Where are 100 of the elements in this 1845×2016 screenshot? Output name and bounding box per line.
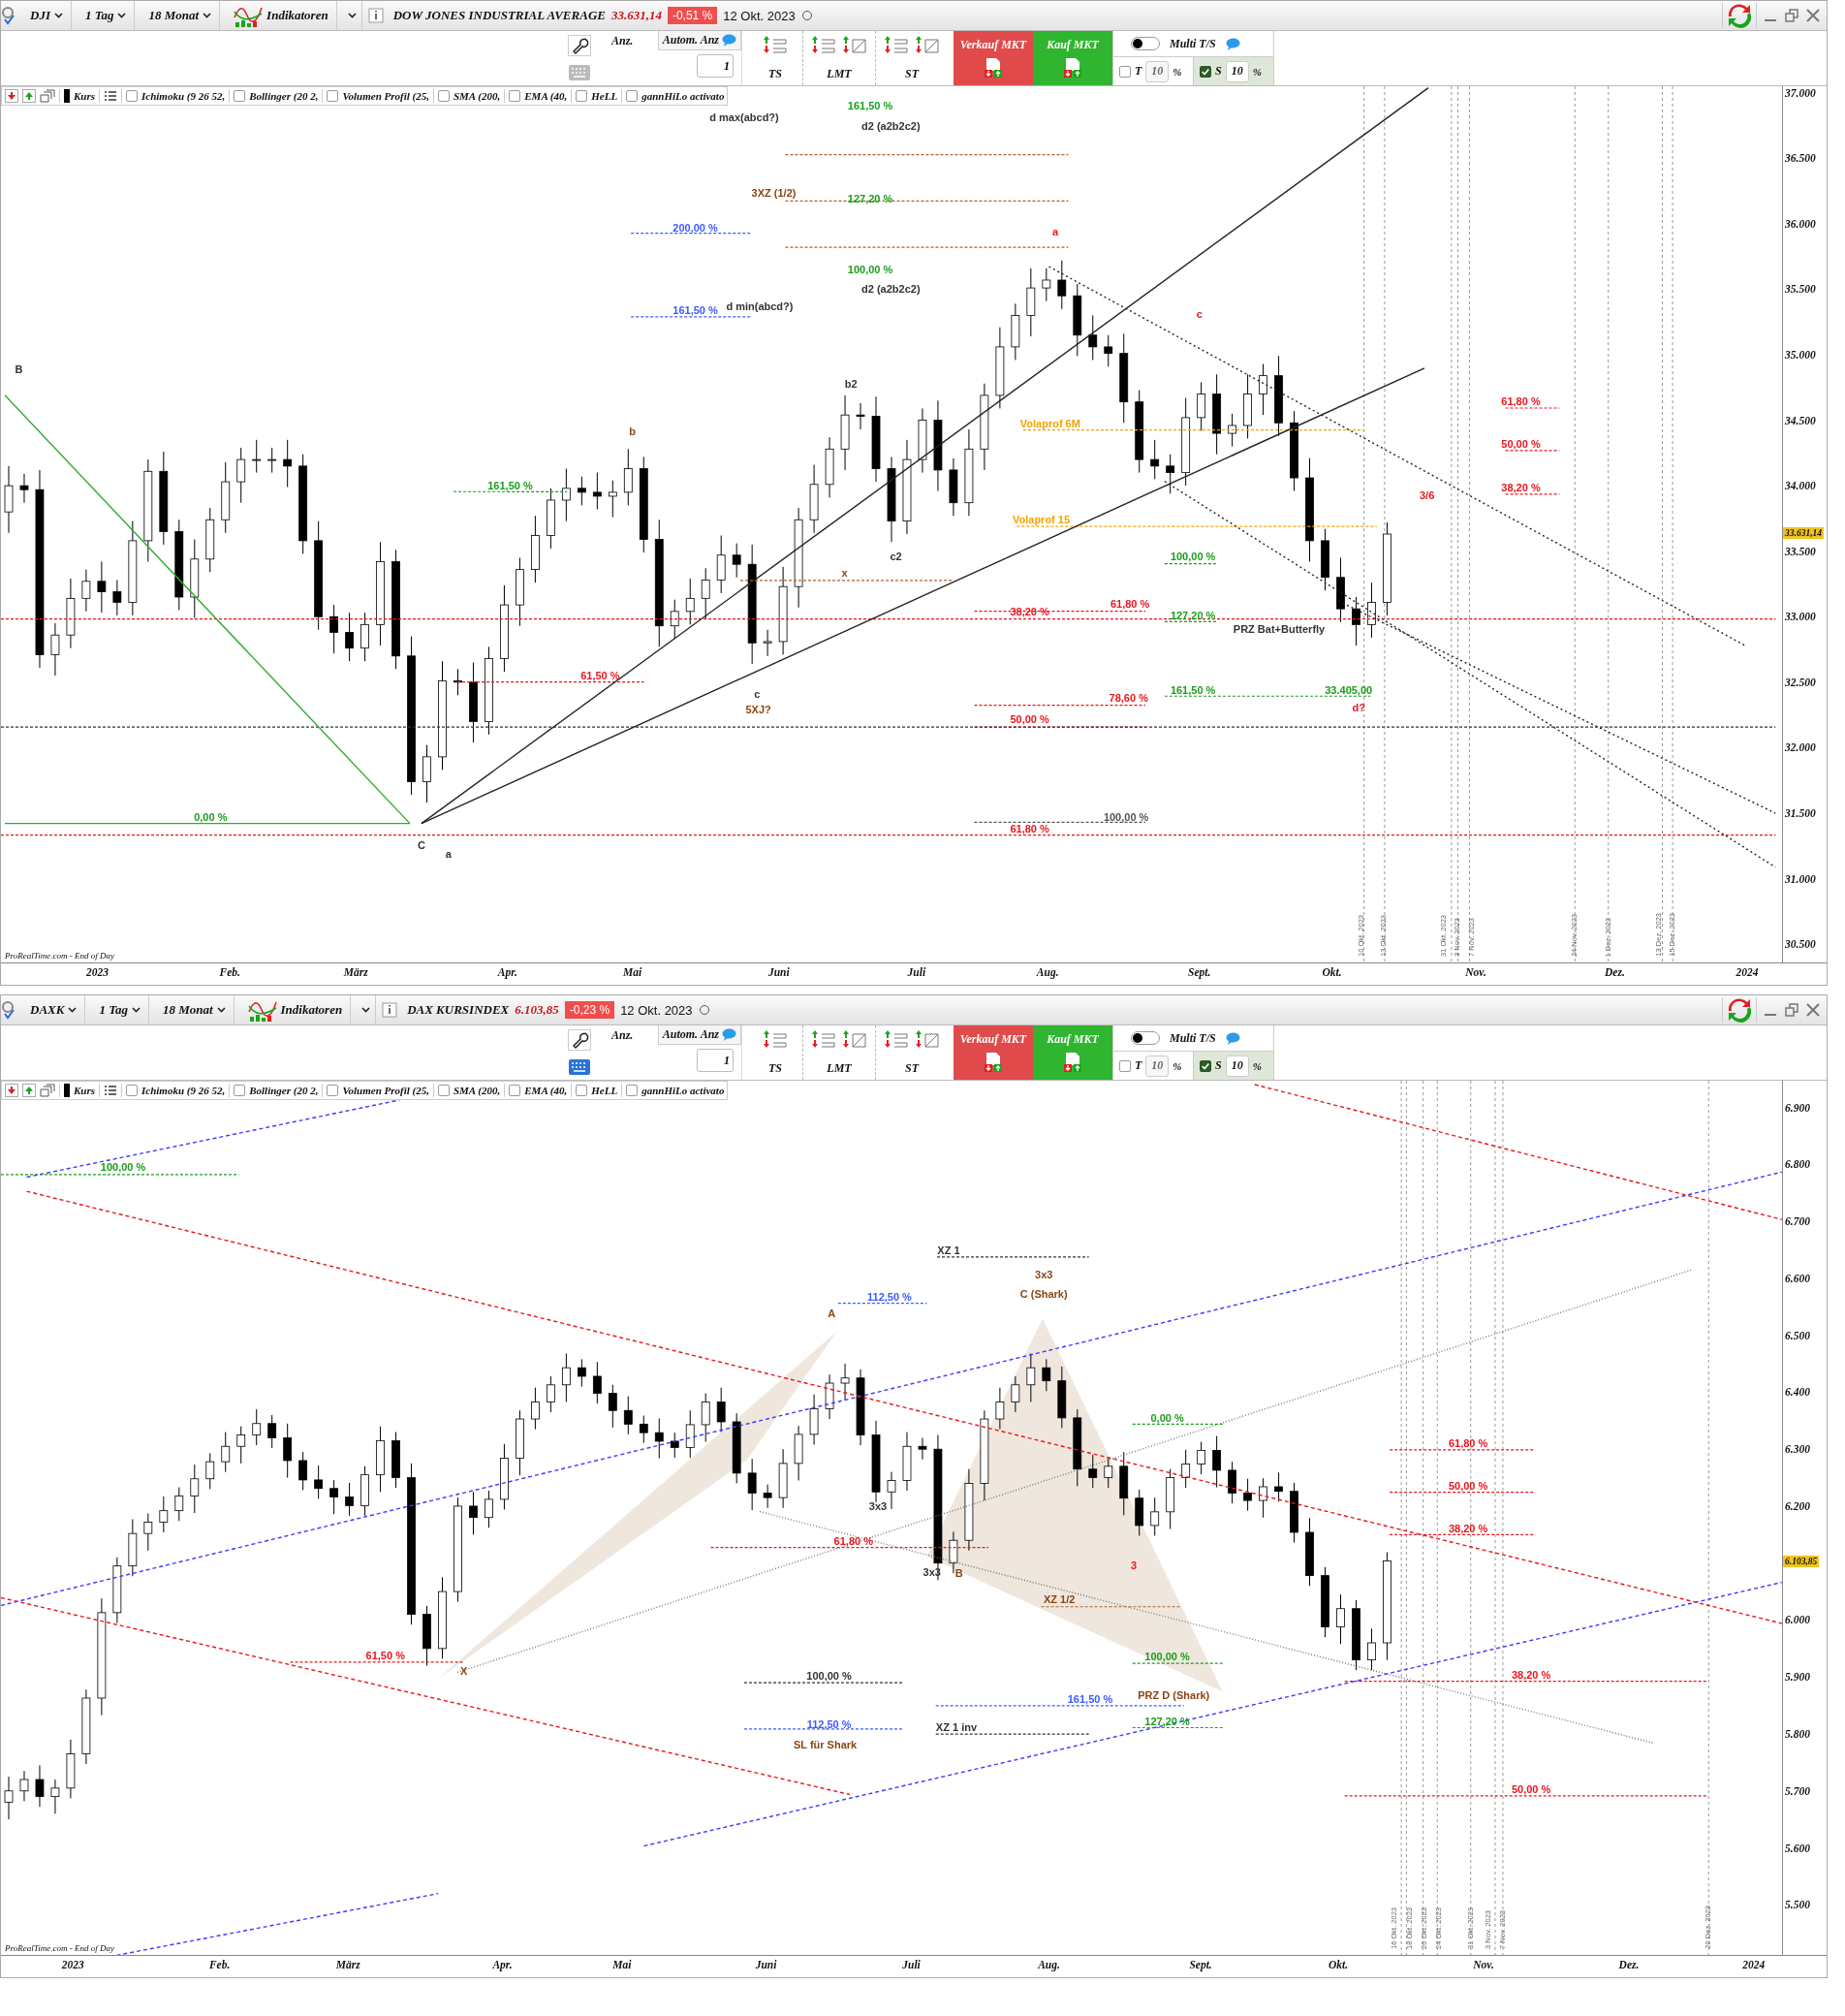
order-type-icon[interactable] (915, 35, 940, 54)
sell-market-button[interactable]: Verkauf MKT (954, 31, 1033, 85)
symbol-dropdown[interactable]: DAXK (22, 995, 86, 1024)
axis-label: 6.600 (1785, 1271, 1810, 1285)
info-icon[interactable] (367, 8, 384, 23)
axis-label: 6.400 (1785, 1385, 1810, 1400)
indicators-dropdown[interactable]: Indikatoren (239, 995, 352, 1024)
indicator-checkbox[interactable] (509, 90, 521, 102)
candlestick (531, 1387, 540, 1431)
chart-label: 161,50 % (1067, 1693, 1113, 1706)
list-icon[interactable] (104, 90, 118, 102)
sell-market-button[interactable]: Verkauf MKT (954, 1025, 1033, 1080)
candlestick (143, 1513, 153, 1552)
indicator-checkbox[interactable] (437, 1085, 450, 1096)
stop-checkbox[interactable] (1200, 65, 1211, 78)
toggle-switch[interactable] (1131, 1031, 1160, 1045)
chart-label: 5XJ? (745, 703, 771, 715)
order-type-icon[interactable] (763, 1029, 788, 1049)
candlestick (856, 402, 865, 430)
axis-label: März (335, 1959, 360, 1970)
stop-percent-field[interactable]: 10 (1225, 1055, 1249, 1077)
order-type-icon[interactable] (811, 35, 836, 54)
axis-label: Aug. (1036, 966, 1059, 978)
list-icon[interactable] (104, 1085, 118, 1096)
count-field[interactable]: 1 (697, 1049, 734, 1072)
indicator-checkbox[interactable] (576, 1085, 588, 1096)
buy-arrow-icon[interactable] (22, 89, 36, 103)
indicator-checkbox[interactable] (327, 90, 339, 102)
close-icon[interactable] (1805, 8, 1821, 23)
indicators-dropdown[interactable]: Indikatoren (226, 1, 337, 30)
sell-arrow-icon[interactable] (5, 89, 18, 103)
candlestick (1228, 413, 1237, 448)
series-color-icon (64, 89, 70, 103)
order-type-icon[interactable] (884, 35, 909, 54)
windows-icon[interactable] (40, 89, 55, 103)
chart-label: XZ 1 (937, 1244, 960, 1257)
order-type-icon[interactable] (842, 1029, 867, 1049)
document-icon (1061, 57, 1084, 79)
auto-count-tab[interactable]: Autom. Anz (657, 31, 741, 50)
order-type-icon[interactable] (915, 1029, 940, 1049)
stop-checkbox[interactable] (1200, 1059, 1211, 1072)
axis-label: 34.000 (1785, 479, 1816, 493)
auto-count-tab[interactable]: Autom. Anz (657, 1025, 741, 1045)
buy-arrow-icon[interactable] (22, 1084, 36, 1097)
target-percent-field[interactable]: 10 (1145, 1055, 1170, 1077)
indicator-checkbox[interactable] (626, 90, 639, 102)
restore-icon[interactable] (1784, 1002, 1799, 1018)
candlestick (205, 1452, 215, 1490)
wrench-icon[interactable] (568, 1028, 591, 1051)
indicator-checkbox[interactable] (437, 90, 450, 102)
indicator-checkbox[interactable] (126, 1085, 139, 1096)
candlestick (221, 1432, 231, 1473)
axis-label: Juni (755, 1959, 777, 1970)
windows-icon[interactable] (40, 1084, 55, 1097)
chart-label: d? (1352, 702, 1365, 714)
candlestick (1150, 439, 1160, 480)
keyboard-icon[interactable] (568, 1056, 591, 1077)
toggle-switch[interactable] (1131, 37, 1160, 50)
interval-dropdown[interactable]: 1 Tag (77, 1, 136, 30)
indicator-checkbox[interactable] (509, 1085, 521, 1096)
range-dropdown[interactable]: 18 Monat (154, 995, 235, 1024)
order-type-icon[interactable] (811, 1029, 836, 1049)
sell-arrow-icon[interactable] (5, 1084, 18, 1097)
restore-icon[interactable] (1784, 8, 1799, 23)
indicator-checkbox[interactable] (234, 1085, 246, 1096)
axis-label: 36.500 (1785, 151, 1816, 166)
wrench-icon[interactable] (568, 34, 591, 56)
chart-label: 127,20 % (847, 192, 893, 205)
indicator-checkbox[interactable] (576, 90, 588, 102)
axis-label: 6.000 (1785, 1613, 1810, 1627)
range-dropdown[interactable]: 18 Monat (141, 1, 221, 30)
indicator-checkbox[interactable] (626, 1085, 639, 1096)
candlestick (174, 1487, 184, 1522)
target-percent-field[interactable]: 10 (1145, 60, 1170, 82)
axis-label: 5.700 (1785, 1783, 1810, 1798)
stop-percent-field[interactable]: 10 (1225, 60, 1249, 82)
count-field[interactable]: 1 (697, 54, 734, 78)
indicator-checkbox[interactable] (126, 90, 139, 102)
indicator-checkbox[interactable] (234, 90, 246, 102)
candlestick (283, 439, 293, 488)
close-icon[interactable] (1805, 1002, 1821, 1018)
symbol-dropdown[interactable]: DJI (22, 1, 72, 30)
axis-label: 6.800 (1785, 1157, 1810, 1172)
chart-label: c2 (890, 550, 902, 562)
interval-dropdown[interactable]: 1 Tag (91, 995, 149, 1024)
order-type-icon[interactable] (884, 1029, 909, 1049)
refresh-icon[interactable] (1722, 997, 1757, 1023)
chart-label: d2 (a2b2c2) (861, 282, 921, 295)
indicator-checkbox[interactable] (327, 1085, 339, 1096)
target-checkbox[interactable] (1119, 1059, 1131, 1072)
count-label: Anz. (610, 1027, 635, 1043)
document-icon (982, 1052, 1005, 1074)
target-checkbox[interactable] (1119, 65, 1131, 78)
axis-label: 6.500 (1785, 1328, 1810, 1342)
order-type-icon[interactable] (763, 35, 788, 54)
caret-icon (347, 13, 357, 18)
order-type-icon[interactable] (842, 35, 867, 54)
refresh-icon[interactable] (1722, 3, 1757, 28)
info-icon[interactable] (382, 1002, 398, 1018)
chart-label: 100,00 % (100, 1160, 146, 1173)
